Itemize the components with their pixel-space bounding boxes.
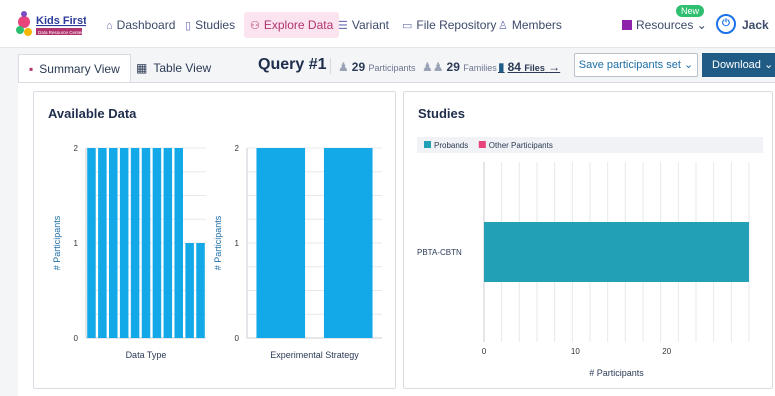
- query-title: Query #1: [258, 56, 327, 73]
- nav-resources-label: Resources: [636, 18, 694, 32]
- power-icon[interactable]: ⏻: [716, 14, 736, 34]
- book-icon: ▯: [185, 20, 192, 32]
- kids-first-logo[interactable]: Kids First Data Resource Center: [14, 8, 87, 40]
- legend-label: Other Participants: [489, 141, 553, 150]
- x-tick-label: 10: [571, 347, 580, 356]
- grid-icon: [622, 20, 632, 30]
- y-tick-label: 0: [74, 334, 79, 343]
- summary-content: Available Data 0 1 2 Data Type # Participant…: [18, 82, 775, 396]
- nav-resources[interactable]: Resources ⌄: [616, 12, 713, 38]
- bar: [87, 148, 96, 338]
- download-label: Download: [712, 59, 761, 71]
- arrow-right-icon: →: [548, 60, 561, 74]
- summary-icon: ▪: [29, 62, 34, 76]
- x-axis-label: # Participants: [589, 368, 644, 378]
- nav-file-repository[interactable]: ▭ File Repository: [396, 12, 502, 38]
- x-tick-label: 0: [482, 347, 487, 356]
- y-tick-label: 2: [74, 144, 79, 153]
- y-axis-label: # Participants: [213, 215, 223, 270]
- nav-members-label: Members: [511, 18, 562, 32]
- download-button[interactable]: Download ⌄: [702, 53, 775, 77]
- x-axis-label: Experimental Strategy: [270, 350, 359, 360]
- table-icon: ▦: [136, 61, 148, 75]
- file-icon: ▮: [498, 60, 505, 74]
- bar: [323, 148, 373, 338]
- logo-graphic: Kids First Data Resource Center: [16, 11, 87, 36]
- participants-count: ♟ 29 Participants: [338, 60, 416, 74]
- bar: [109, 148, 118, 338]
- bar: [141, 148, 151, 338]
- legend-background: [417, 137, 763, 153]
- nav-studies-label: Studies: [195, 18, 236, 32]
- user-icon: ♙: [498, 20, 508, 32]
- category-label: PBTA-CBTN: [417, 248, 462, 257]
- legend-swatch: [478, 141, 486, 148]
- available-data-chart: 0 1 2 Data Type # Participants 0 1 2 Experimenta…: [52, 144, 382, 360]
- bar: [119, 148, 129, 338]
- y-tick-label: 1: [74, 239, 79, 248]
- nav-file-repository-label: File Repository: [416, 18, 497, 32]
- nav-dashboard[interactable]: ⌂ Dashboard: [100, 12, 181, 38]
- files-link[interactable]: ▮ 84 Files →: [498, 60, 560, 74]
- y-tick-label: 1: [235, 239, 240, 248]
- bar: [256, 148, 306, 338]
- bar: [174, 148, 183, 338]
- nav-variant[interactable]: ☰ Variant: [332, 12, 395, 38]
- nav-explore-data[interactable]: ⚇ Explore Data: [244, 12, 340, 38]
- tab-table-view[interactable]: ▦ Table View: [126, 54, 221, 82]
- bar: [98, 148, 107, 338]
- studies-card: Studies Probands Other Participants 0 10 20 #…: [403, 91, 773, 389]
- folder-icon: ▭: [402, 20, 413, 32]
- brand-subtitle: Data Resource Center: [38, 30, 83, 35]
- x-tick-label: 20: [662, 347, 671, 356]
- x-axis-label: Data Type: [126, 350, 167, 360]
- chevron-down-icon: ⌄: [693, 18, 707, 32]
- chevron-down-icon: ⌄: [763, 59, 774, 71]
- nav-members[interactable]: ♙ Members: [492, 12, 568, 38]
- bar: [185, 243, 194, 338]
- divider: [330, 58, 331, 74]
- family-icon: ♟♟: [422, 60, 444, 74]
- nav-studies[interactable]: ▯ Studies: [179, 12, 241, 38]
- bar: [152, 148, 162, 338]
- bar: [196, 243, 205, 338]
- y-axis-label: # Participants: [52, 215, 62, 270]
- studies-chart: Probands Other Participants 0 10 20 # Partici…: [417, 137, 763, 378]
- legend-label: Probands: [434, 141, 468, 150]
- families-count: ♟♟ 29 Families: [422, 60, 497, 74]
- chevron-down-icon: ⌄: [683, 59, 694, 71]
- query-toolbar: ▪ Summary View ▦ Table View Query #1 ♟ 29 P…: [8, 52, 775, 82]
- y-tick-label: 2: [235, 144, 240, 153]
- participant-icon: ♟: [338, 60, 349, 74]
- nav-explore-data-label: Explore Data: [263, 18, 334, 32]
- nav-dashboard-label: Dashboard: [116, 18, 176, 32]
- y-tick-label: 0: [235, 334, 240, 343]
- top-navigation: Kids First Data Resource Center ⌂ Dashboa…: [0, 0, 775, 48]
- bar: [163, 148, 173, 338]
- available-data-card: Available Data 0 1 2 Data Type # Participant…: [33, 91, 396, 389]
- legend-swatch: [424, 141, 431, 148]
- user-menu[interactable]: Jack: [736, 12, 775, 38]
- tab-summary-view[interactable]: ▪ Summary View: [18, 54, 131, 82]
- save-participants-set-button[interactable]: Save participants set ⌄: [574, 53, 698, 77]
- bar: [130, 148, 140, 338]
- tab-table-label: Table View: [153, 61, 212, 75]
- nav-variant-label: Variant: [351, 18, 390, 32]
- brand-name: Kids First: [36, 15, 86, 27]
- table-icon: ☰: [338, 20, 348, 32]
- user-name: Jack: [742, 18, 769, 32]
- save-participants-set-label: Save participants set: [578, 59, 681, 71]
- people-icon: ⚇: [250, 20, 260, 32]
- bar: [484, 222, 749, 282]
- tab-summary-label: Summary View: [39, 62, 120, 76]
- home-icon: ⌂: [106, 20, 113, 32]
